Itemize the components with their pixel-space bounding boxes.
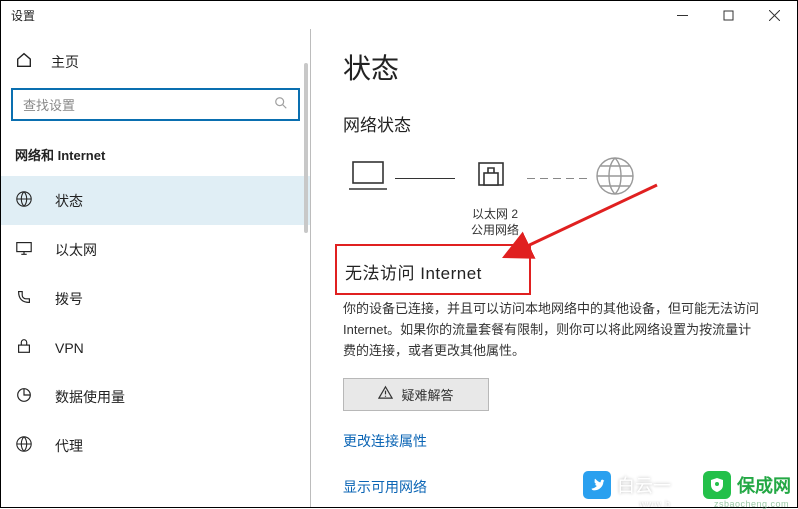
search-placeholder: 查找设置 xyxy=(23,95,75,114)
home-icon xyxy=(15,51,33,72)
link-change-connection-properties[interactable]: 更改连接属性 xyxy=(343,431,769,451)
network-diagram xyxy=(347,154,769,203)
connection-line-dashed xyxy=(527,178,587,179)
adapter-name: 以太网 2 xyxy=(465,207,525,223)
window-title: 设置 xyxy=(11,7,35,24)
section-title: 网络状态 xyxy=(343,111,769,136)
content-pane: 状态 网络状态 以太网 2 公用网络 无法访问 Internet xyxy=(311,29,797,507)
troubleshoot-button[interactable]: 疑难解答 xyxy=(343,378,489,411)
internet-globe-icon xyxy=(593,154,637,203)
watermark-b: 保成网 xyxy=(703,471,791,499)
nav-item-label: 代理 xyxy=(55,436,83,456)
status-description: 你的设备已连接，并且可以访问本地网络中的其他设备，但可能无法访问 Interne… xyxy=(343,299,763,361)
ethernet-port-icon xyxy=(476,159,506,198)
page-title: 状态 xyxy=(343,47,769,87)
pie-icon xyxy=(15,386,33,407)
bird-icon xyxy=(583,471,611,499)
monitor-icon xyxy=(15,239,33,260)
nav-item-dialup[interactable]: 拨号 xyxy=(1,274,310,323)
nav-item-proxy[interactable]: 代理 xyxy=(1,421,310,470)
home-nav-item[interactable]: 主页 xyxy=(1,39,310,86)
annotation-highlight-box: 无法访问 Internet xyxy=(335,244,531,295)
category-header: 网络和 Internet xyxy=(1,139,310,176)
nav-item-label: 数据使用量 xyxy=(55,387,125,407)
globe-icon xyxy=(15,190,33,211)
home-label: 主页 xyxy=(51,52,79,72)
search-icon xyxy=(274,96,288,113)
shield-icon xyxy=(703,471,731,499)
nav-item-vpn[interactable]: VPN xyxy=(1,323,310,372)
globe-icon xyxy=(15,435,33,456)
nav-item-ethernet[interactable]: 以太网 xyxy=(1,225,310,274)
warning-icon xyxy=(378,385,393,403)
minimize-button[interactable] xyxy=(659,1,705,29)
nav-item-data-usage[interactable]: 数据使用量 xyxy=(1,372,310,421)
lock-icon xyxy=(15,337,33,358)
watermark-a: 白云一 xyxy=(583,471,671,499)
nav-item-label: 拨号 xyxy=(55,289,83,309)
watermark-a-text: 白云一 xyxy=(617,472,671,498)
laptop-icon xyxy=(347,159,389,198)
nav-item-label: 状态 xyxy=(55,191,83,211)
adapter-label: 以太网 2 公用网络 xyxy=(465,207,525,238)
search-input[interactable]: 查找设置 xyxy=(11,88,300,121)
nav-item-label: 以太网 xyxy=(55,240,97,260)
nav-item-label: VPN xyxy=(55,340,84,356)
scrollbar[interactable] xyxy=(304,29,308,507)
status-message: 无法访问 Internet xyxy=(337,259,529,284)
scrollbar-thumb[interactable] xyxy=(304,63,308,233)
watermark-b-text: 保成网 xyxy=(737,472,791,498)
troubleshoot-label: 疑难解答 xyxy=(401,385,453,404)
nav-item-status[interactable]: 状态 xyxy=(1,176,310,225)
adapter-type: 公用网络 xyxy=(465,223,525,239)
close-button[interactable] xyxy=(751,1,797,29)
maximize-button[interactable] xyxy=(705,1,751,29)
phone-icon xyxy=(15,288,33,309)
sidebar: 主页 查找设置 网络和 Internet 状态 以太网 拨号 xyxy=(1,29,311,507)
connection-line-solid xyxy=(395,178,455,179)
